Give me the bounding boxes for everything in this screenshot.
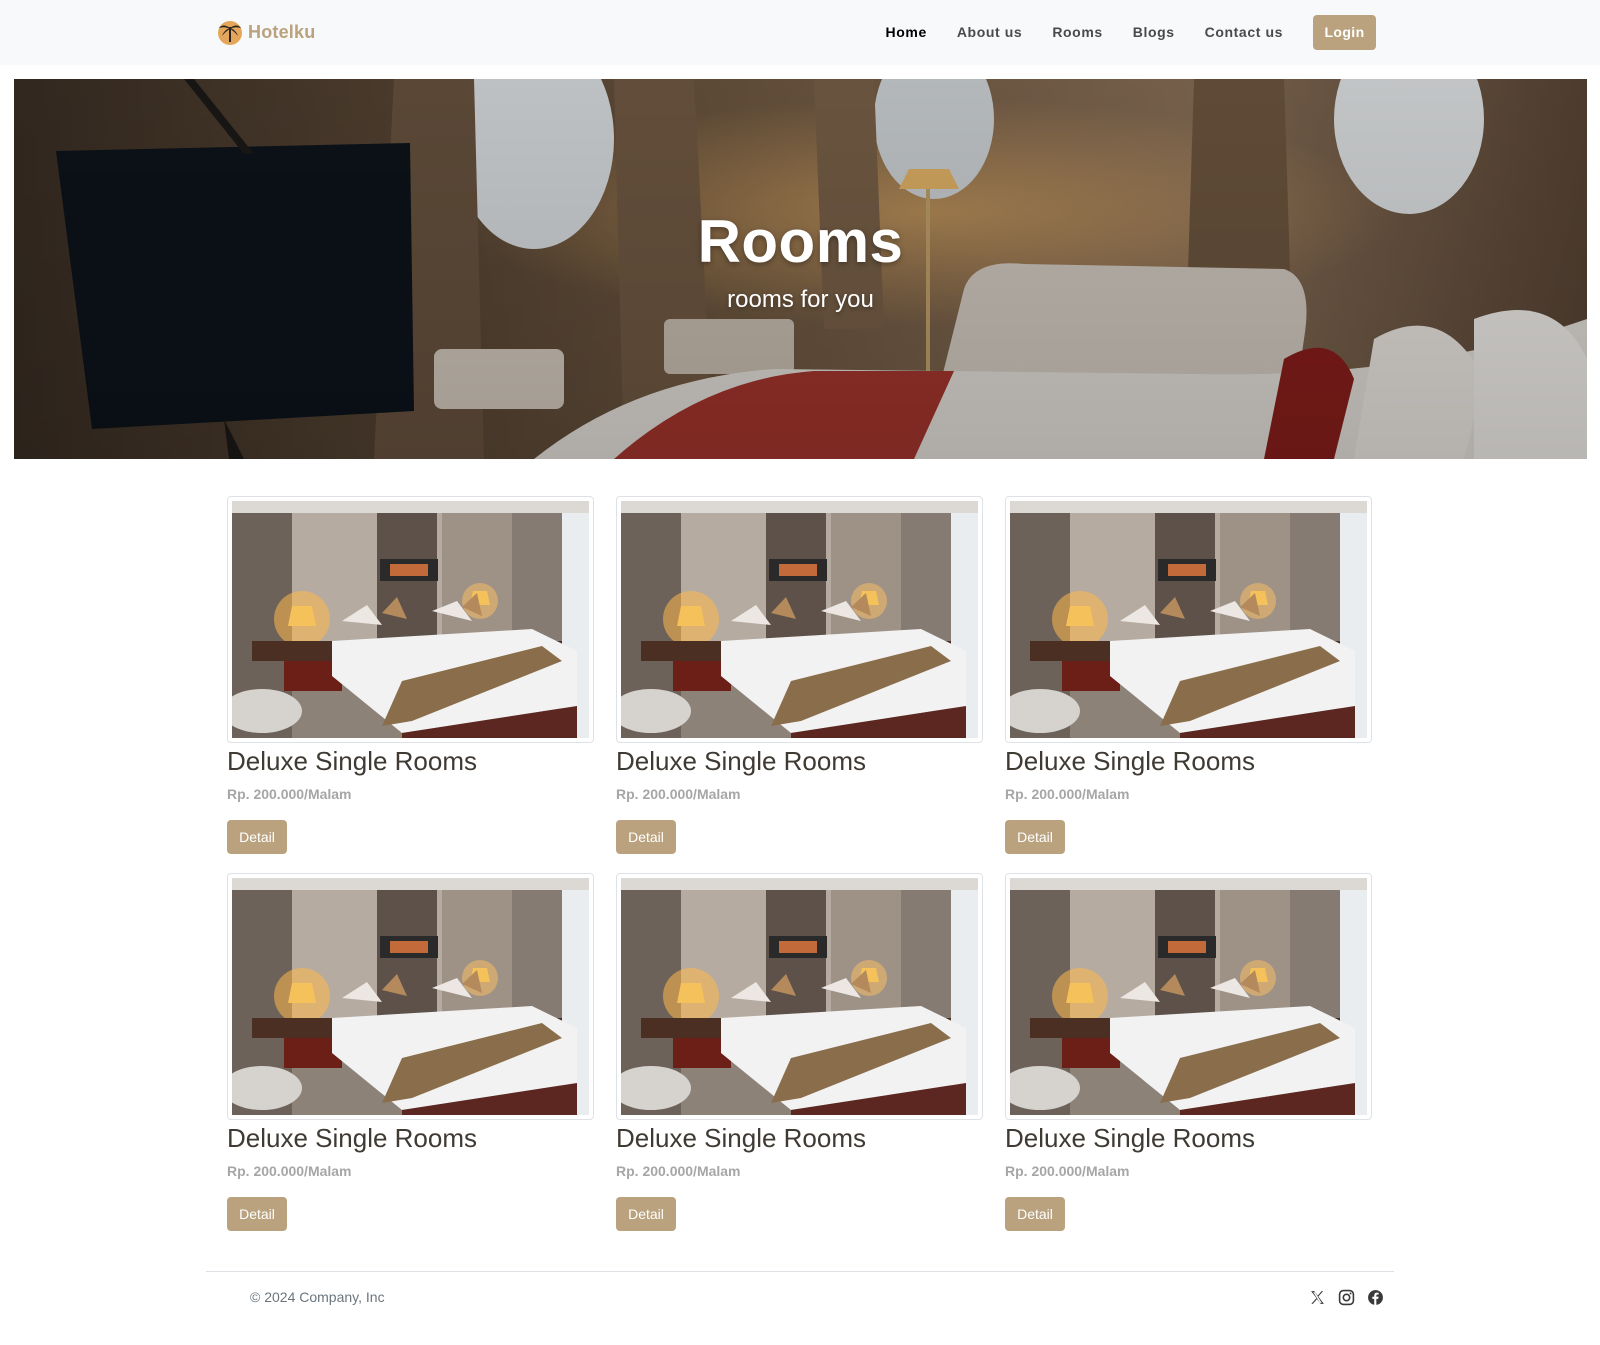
- room-title: Deluxe Single Rooms: [1005, 746, 1256, 776]
- social-links: [1309, 1289, 1384, 1306]
- room-title: Deluxe Single Rooms: [227, 746, 478, 776]
- nav-menu: Home About us Rooms Blogs Contact us Log…: [886, 14, 1376, 50]
- room-card: Deluxe Single Rooms Rp. 200.000/Malam De…: [616, 496, 983, 873]
- room-detail-button[interactable]: Detail: [227, 1197, 287, 1231]
- hero-subtitle: rooms for you: [727, 286, 874, 313]
- room-price: Rp. 200.000/Malam: [227, 1163, 352, 1179]
- room-detail-button[interactable]: Detail: [616, 820, 676, 854]
- hero-banner: Rooms rooms for you: [14, 79, 1587, 459]
- room-title: Deluxe Single Rooms: [616, 746, 867, 776]
- room-title: Deluxe Single Rooms: [616, 1123, 867, 1153]
- instagram-icon[interactable]: [1338, 1289, 1355, 1306]
- room-detail-button[interactable]: Detail: [227, 820, 287, 854]
- nav-link-about-us[interactable]: About us: [957, 14, 1022, 50]
- room-price: Rp. 200.000/Malam: [227, 786, 352, 802]
- nav-link-blogs[interactable]: Blogs: [1133, 14, 1175, 50]
- palm-tree-logo-icon: [218, 21, 242, 45]
- room-photo: [232, 878, 589, 1115]
- brand[interactable]: Hotelku: [216, 18, 315, 46]
- room-title: Deluxe Single Rooms: [1005, 1123, 1256, 1153]
- room-title: Deluxe Single Rooms: [227, 1123, 478, 1153]
- room-photo: [232, 501, 589, 738]
- room-price: Rp. 200.000/Malam: [1005, 786, 1130, 802]
- room-thumbnail[interactable]: [1005, 873, 1372, 1120]
- room-card: Deluxe Single Rooms Rp. 200.000/Malam De…: [1005, 496, 1372, 873]
- room-thumbnail[interactable]: [616, 873, 983, 1120]
- room-photo: [1010, 501, 1367, 738]
- room-card: Deluxe Single Rooms Rp. 200.000/Malam De…: [227, 496, 594, 873]
- room-detail-button[interactable]: Detail: [616, 1197, 676, 1231]
- login-button[interactable]: Login: [1313, 14, 1376, 50]
- room-price: Rp. 200.000/Malam: [616, 1163, 741, 1179]
- room-photo: [621, 878, 978, 1115]
- nav-link-contact-us[interactable]: Contact us: [1205, 14, 1283, 50]
- nav-link-rooms[interactable]: Rooms: [1052, 14, 1102, 50]
- room-card: Deluxe Single Rooms Rp. 200.000/Malam De…: [616, 873, 983, 1250]
- room-thumbnail[interactable]: [616, 496, 983, 743]
- room-photo: [621, 501, 978, 738]
- navbar: Hotelku Home About us Rooms Blogs Contac…: [0, 0, 1600, 65]
- footer-divider: [206, 1271, 1394, 1272]
- room-price: Rp. 200.000/Malam: [616, 786, 741, 802]
- room-thumbnail[interactable]: [227, 873, 594, 1120]
- room-card: Deluxe Single Rooms Rp. 200.000/Malam De…: [227, 873, 594, 1250]
- x-icon[interactable]: [1309, 1289, 1326, 1306]
- hero-title: Rooms: [697, 208, 904, 275]
- room-card: Deluxe Single Rooms Rp. 200.000/Malam De…: [1005, 873, 1372, 1250]
- brand-name: Hotelku: [248, 21, 316, 42]
- nav-link-home[interactable]: Home: [886, 14, 927, 50]
- rooms-grid: Deluxe Single Rooms Rp. 200.000/Malam De…: [227, 496, 1373, 1250]
- room-detail-button[interactable]: Detail: [1005, 820, 1065, 854]
- room-photo: [1010, 878, 1367, 1115]
- facebook-icon[interactable]: [1367, 1289, 1384, 1306]
- room-thumbnail[interactable]: [227, 496, 594, 743]
- room-detail-button[interactable]: Detail: [1005, 1197, 1065, 1231]
- copyright-text: © 2024 Company, Inc: [250, 1289, 385, 1305]
- room-price: Rp. 200.000/Malam: [1005, 1163, 1130, 1179]
- room-thumbnail[interactable]: [1005, 496, 1372, 743]
